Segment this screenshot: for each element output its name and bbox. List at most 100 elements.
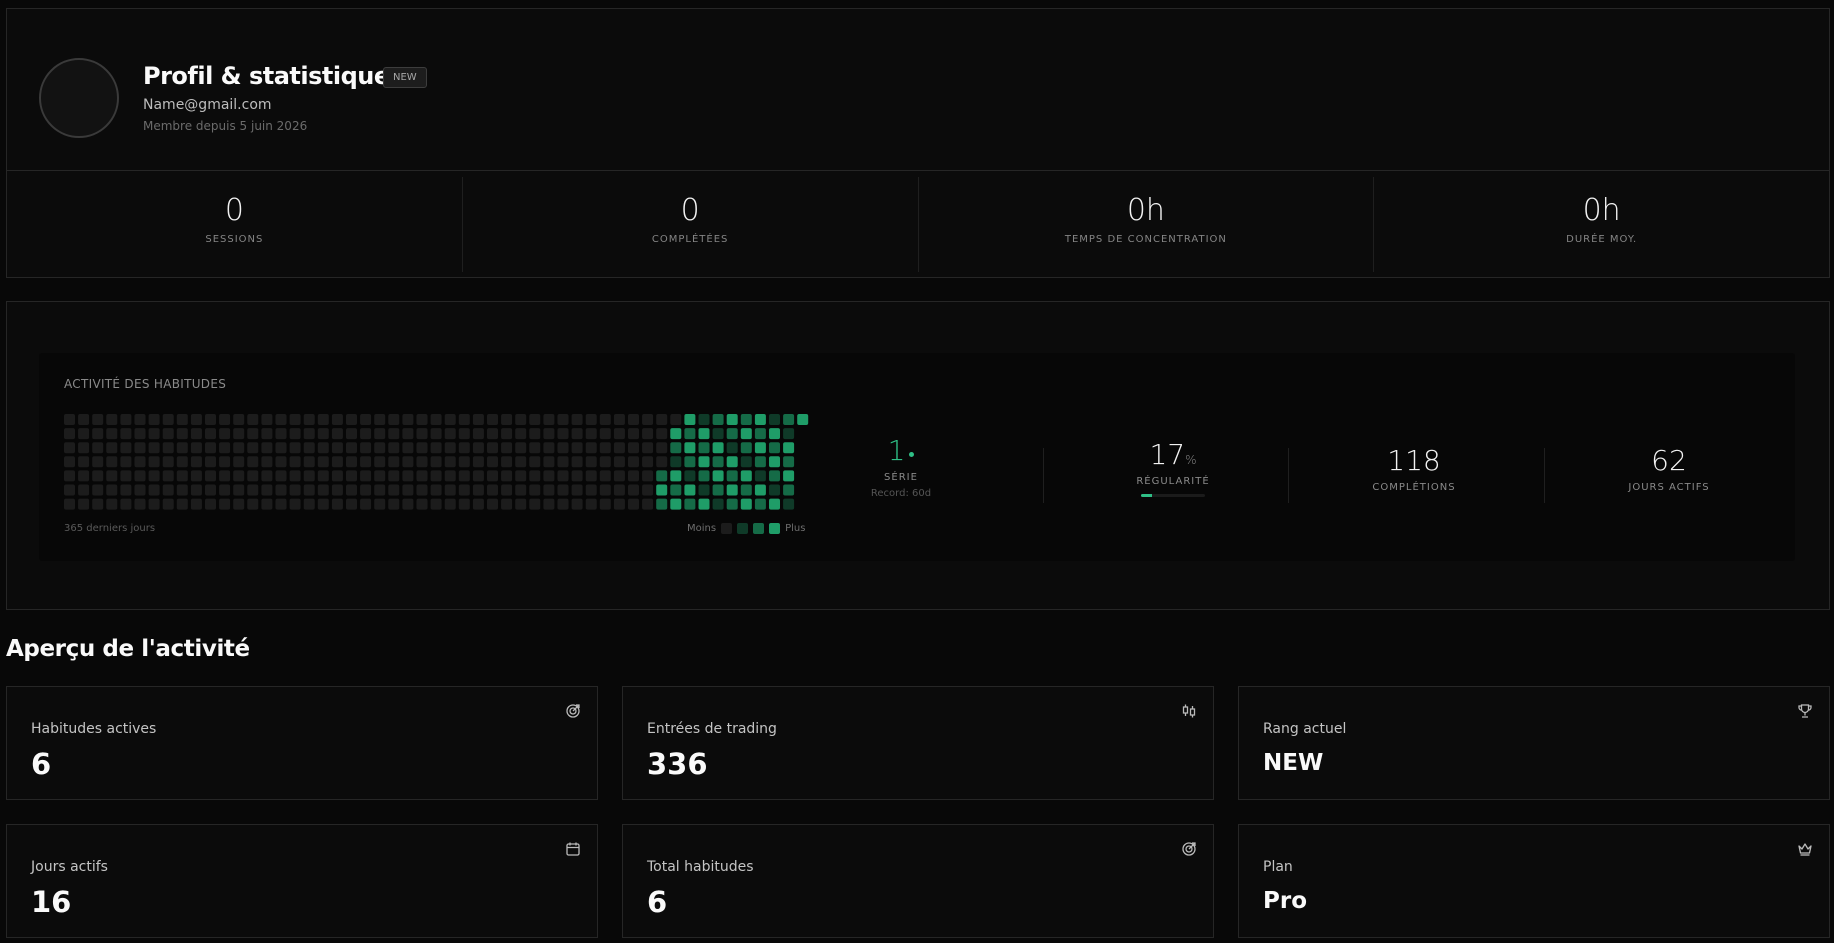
heatmap-cell[interactable]	[360, 456, 372, 468]
heatmap-cell[interactable]	[656, 442, 668, 454]
heatmap-cell[interactable]	[712, 456, 724, 468]
heatmap-cell[interactable]	[148, 498, 160, 510]
heatmap-cell[interactable]	[613, 442, 625, 454]
heatmap-cell[interactable]	[529, 442, 541, 454]
heatmap-cell[interactable]	[205, 498, 216, 510]
heatmap-cell[interactable]	[176, 428, 188, 440]
heatmap-cell[interactable]	[754, 470, 766, 482]
heatmap-cell[interactable]	[557, 414, 569, 425]
heatmap-cell[interactable]	[374, 484, 386, 496]
heatmap-cell[interactable]	[205, 484, 216, 496]
heatmap-cell[interactable]	[78, 456, 90, 468]
heatmap-cell[interactable]	[599, 428, 611, 440]
heatmap-cell[interactable]	[64, 442, 75, 454]
heatmap-cell[interactable]	[134, 442, 146, 454]
heatmap-cell[interactable]	[458, 442, 470, 454]
heatmap-cell[interactable]	[487, 428, 498, 440]
heatmap-cell[interactable]	[247, 484, 259, 496]
heatmap-cell[interactable]	[64, 498, 75, 510]
heatmap-cell[interactable]	[176, 456, 188, 468]
heatmap-cell[interactable]	[388, 442, 400, 454]
heatmap-cell[interactable]	[726, 442, 738, 454]
heatmap-cell[interactable]	[233, 498, 245, 510]
card-current-rank[interactable]: Rang actuel NEW	[1238, 686, 1830, 800]
heatmap-cell[interactable]	[402, 498, 414, 510]
heatmap-cell[interactable]	[472, 414, 484, 425]
heatmap-cell[interactable]	[726, 456, 738, 468]
heatmap-cell[interactable]	[628, 484, 639, 496]
heatmap-cell[interactable]	[472, 442, 484, 454]
heatmap-cell[interactable]	[190, 484, 202, 496]
heatmap-cell[interactable]	[740, 498, 752, 510]
heatmap-cell[interactable]	[303, 414, 315, 425]
heatmap-cell[interactable]	[769, 456, 780, 468]
heatmap-cell[interactable]	[134, 484, 146, 496]
heatmap-cell[interactable]	[670, 456, 682, 468]
heatmap-cell[interactable]	[487, 414, 498, 425]
heatmap-cell[interactable]	[430, 428, 442, 440]
heatmap-cell[interactable]	[303, 470, 315, 482]
heatmap-cell[interactable]	[162, 470, 174, 482]
heatmap-cell[interactable]	[656, 484, 668, 496]
heatmap-cell[interactable]	[289, 414, 301, 425]
heatmap-cell[interactable]	[571, 456, 583, 468]
heatmap-cell[interactable]	[515, 414, 527, 425]
heatmap-cell[interactable]	[472, 456, 484, 468]
heatmap-cell[interactable]	[656, 428, 668, 440]
heatmap-cell[interactable]	[543, 414, 555, 425]
heatmap-cell[interactable]	[501, 498, 513, 510]
heatmap-cell[interactable]	[205, 428, 216, 440]
heatmap-cell[interactable]	[106, 456, 118, 468]
heatmap-cell[interactable]	[120, 428, 132, 440]
heatmap-cell[interactable]	[346, 484, 357, 496]
heatmap-cell[interactable]	[571, 414, 583, 425]
heatmap-cell[interactable]	[374, 428, 386, 440]
heatmap-cell[interactable]	[416, 498, 428, 510]
heatmap-cell[interactable]	[628, 414, 639, 425]
heatmap-cell[interactable]	[487, 456, 498, 468]
heatmap-cell[interactable]	[247, 470, 259, 482]
heatmap-cell[interactable]	[261, 428, 273, 440]
heatmap-cell[interactable]	[543, 498, 555, 510]
heatmap-cell[interactable]	[571, 428, 583, 440]
heatmap-cell[interactable]	[416, 428, 428, 440]
heatmap-cell[interactable]	[388, 484, 400, 496]
heatmap-cell[interactable]	[444, 456, 456, 468]
heatmap-cell[interactable]	[106, 428, 118, 440]
heatmap-cell[interactable]	[233, 484, 245, 496]
heatmap-cell[interactable]	[360, 484, 372, 496]
heatmap-cell[interactable]	[444, 470, 456, 482]
heatmap-cell[interactable]	[656, 456, 668, 468]
heatmap-cell[interactable]	[642, 414, 654, 425]
heatmap-cell[interactable]	[444, 498, 456, 510]
heatmap-cell[interactable]	[571, 484, 583, 496]
heatmap-cell[interactable]	[501, 456, 513, 468]
heatmap-cell[interactable]	[613, 484, 625, 496]
heatmap-cell[interactable]	[317, 484, 329, 496]
heatmap-cell[interactable]	[444, 414, 456, 425]
heatmap-cell[interactable]	[78, 498, 90, 510]
heatmap-cell[interactable]	[416, 484, 428, 496]
heatmap-cell[interactable]	[430, 456, 442, 468]
heatmap-cell[interactable]	[726, 470, 738, 482]
heatmap-cell[interactable]	[331, 442, 343, 454]
heatmap-cell[interactable]	[275, 484, 287, 496]
heatmap-cell[interactable]	[120, 484, 132, 496]
card-active-days[interactable]: Jours actifs 16	[6, 824, 598, 938]
heatmap-cell[interactable]	[712, 484, 724, 496]
heatmap-cell[interactable]	[247, 498, 259, 510]
heatmap-cell[interactable]	[261, 498, 273, 510]
heatmap-cell[interactable]	[712, 428, 724, 440]
heatmap-cell[interactable]	[120, 442, 132, 454]
heatmap-cell[interactable]	[275, 456, 287, 468]
heatmap-cell[interactable]	[106, 442, 118, 454]
heatmap-cell[interactable]	[331, 484, 343, 496]
heatmap-cell[interactable]	[388, 428, 400, 440]
heatmap-cell[interactable]	[402, 428, 414, 440]
heatmap-cell[interactable]	[472, 470, 484, 482]
heatmap-cell[interactable]	[331, 498, 343, 510]
heatmap-cell[interactable]	[769, 428, 780, 440]
heatmap-cell[interactable]	[599, 414, 611, 425]
heatmap-cell[interactable]	[642, 442, 654, 454]
heatmap-cell[interactable]	[303, 498, 315, 510]
